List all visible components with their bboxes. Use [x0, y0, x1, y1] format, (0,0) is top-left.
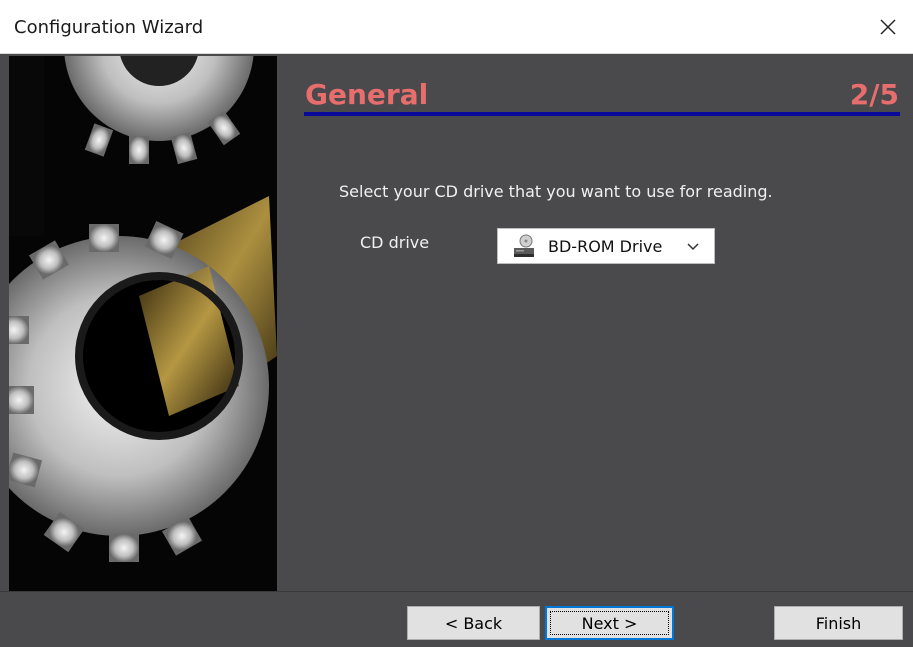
gears-image	[9, 56, 277, 591]
chevron-down-icon	[687, 243, 699, 251]
title-bar: Configuration Wizard	[0, 0, 913, 54]
configuration-wizard-window: Configuration Wizard General 2/5 Select …	[0, 0, 913, 647]
finish-button[interactable]: Finish	[774, 606, 903, 640]
close-icon	[880, 19, 896, 35]
close-button[interactable]	[863, 0, 913, 54]
wizard-content: General 2/5 Select your CD drive that yo…	[0, 54, 913, 647]
back-button[interactable]: < Back	[407, 606, 540, 640]
finish-button-label: Finish	[815, 613, 862, 633]
header-underline	[304, 112, 900, 116]
optical-drive-icon	[514, 234, 534, 257]
cd-drive-label: CD drive	[360, 233, 430, 252]
next-button[interactable]: Next >	[545, 606, 674, 640]
cd-drive-select[interactable]: BD-ROM Drive	[497, 228, 715, 264]
cd-drive-value: BD-ROM Drive	[548, 236, 663, 256]
page-title: General	[305, 78, 429, 111]
window-title: Configuration Wizard	[14, 17, 204, 38]
footer-divider	[0, 591, 913, 592]
instruction-text: Select your CD drive that you want to us…	[339, 182, 773, 201]
step-indicator: 2/5	[849, 78, 899, 111]
back-button-label: < Back	[444, 613, 503, 633]
focus-ring	[550, 611, 669, 635]
